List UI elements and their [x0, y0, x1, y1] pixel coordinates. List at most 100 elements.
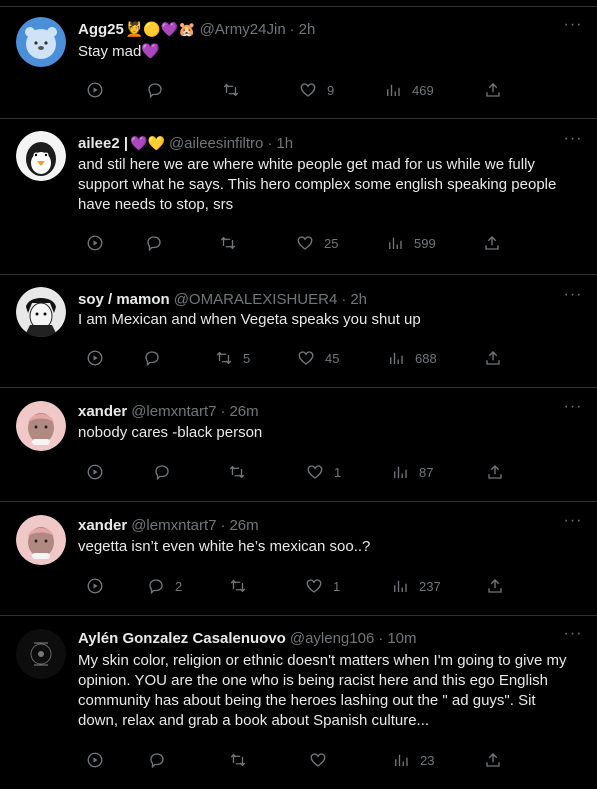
play-icon	[87, 752, 103, 768]
share-button[interactable]	[484, 346, 502, 370]
reply-icon	[147, 236, 161, 252]
like-button[interactable]	[309, 748, 337, 772]
reply-button[interactable]	[145, 231, 173, 255]
more-options-icon[interactable]: ···	[563, 17, 583, 39]
retweet-icon	[230, 753, 246, 767]
views-button[interactable]: 469	[384, 78, 434, 102]
reply-button[interactable]	[148, 748, 176, 772]
timestamp[interactable]: 10m	[387, 630, 416, 647]
author-name[interactable]: ailee2 |	[78, 135, 128, 152]
retweet-icon	[223, 83, 239, 97]
avatar[interactable]	[16, 17, 66, 67]
author-name[interactable]: Agg25	[78, 21, 124, 38]
tweet[interactable]: soy / mamon @OMARALEXISHUER4 · 2h ··· I …	[0, 275, 597, 388]
bar-chart-icon	[395, 754, 408, 766]
views-button[interactable]: 688	[387, 346, 437, 370]
more-options-icon[interactable]: ···	[563, 399, 583, 421]
heart-icon	[298, 351, 314, 365]
tweet[interactable]: xander @lemxntart7 · 26m ··· vegetta isn…	[0, 502, 597, 616]
tweet-text: and stil here we are where white people …	[78, 156, 557, 213]
retweet-button[interactable]	[219, 231, 247, 255]
share-button[interactable]	[486, 574, 504, 598]
separator-dot: ·	[341, 290, 347, 308]
share-button[interactable]	[484, 748, 502, 772]
reply-button[interactable]	[146, 78, 174, 102]
share-button[interactable]	[483, 231, 501, 255]
tweet-actions: 5 45 688	[78, 346, 583, 370]
timestamp[interactable]: 26m	[229, 517, 258, 534]
like-button[interactable]: 45	[297, 346, 339, 370]
views-button[interactable]: 599	[386, 231, 436, 255]
share-button[interactable]	[484, 78, 502, 102]
bar-chart-icon	[394, 466, 407, 478]
author-handle[interactable]: @ayleng106	[290, 630, 374, 647]
views-button[interactable]: 23	[392, 748, 434, 772]
tweet[interactable]: Agg25 💆🟡💜🐹 @Army24Jin · 2h ··· Stay mad💜…	[0, 7, 597, 119]
author-name[interactable]: xander	[78, 517, 127, 534]
play-button[interactable]	[86, 574, 104, 598]
retweet-button[interactable]: 5	[215, 346, 250, 370]
timestamp[interactable]: 1h	[276, 135, 293, 152]
retweet-button[interactable]	[228, 460, 256, 484]
reply-button[interactable]	[153, 460, 181, 484]
more-options-icon[interactable]: ···	[563, 287, 583, 309]
author-handle[interactable]: @aileesinfiltro	[169, 135, 263, 152]
share-icon	[485, 236, 499, 250]
bar-chart-icon	[390, 352, 403, 364]
more-options-icon[interactable]: ···	[563, 513, 583, 535]
bar-chart-icon	[394, 580, 407, 592]
separator-dot: ·	[378, 629, 384, 647]
share-icon	[486, 83, 500, 97]
heart-icon	[310, 753, 326, 767]
share-icon	[488, 465, 502, 479]
heart-icon	[297, 236, 313, 250]
avatar[interactable]	[16, 401, 66, 451]
author-handle[interactable]: @OMARALEXISHUER4	[174, 291, 338, 308]
retweet-button[interactable]	[229, 574, 257, 598]
avatar[interactable]	[16, 629, 66, 679]
tweet-text: nobody cares -black person	[78, 424, 263, 441]
retweet-icon	[216, 351, 232, 365]
author-name[interactable]: Aylén Gonzalez Casalenuovo	[78, 630, 286, 647]
author-name[interactable]: soy / mamon	[78, 291, 170, 308]
author-handle[interactable]: @lemxntart7	[131, 403, 216, 420]
top-divider	[0, 0, 597, 7]
timestamp[interactable]: 2h	[299, 21, 316, 38]
avatar[interactable]	[16, 287, 66, 337]
like-button[interactable]: 25	[296, 231, 338, 255]
views-button[interactable]: 87	[391, 460, 433, 484]
like-button[interactable]: 1	[305, 574, 340, 598]
retweet-icon	[230, 579, 246, 593]
reply-button[interactable]: 2	[147, 574, 182, 598]
tweet-text: Stay mad💜	[78, 43, 161, 60]
more-options-icon[interactable]: ···	[563, 626, 583, 648]
author-name[interactable]: xander	[78, 403, 127, 420]
tweet-actions: 25 599	[78, 231, 583, 255]
tweet-text: vegetta isn’t even white he’s mexican so…	[78, 538, 371, 555]
like-button[interactable]: 1	[306, 460, 341, 484]
timestamp[interactable]: 2h	[350, 291, 367, 308]
retweet-button[interactable]	[229, 748, 257, 772]
tweet[interactable]: xander @lemxntart7 · 26m ··· nobody care…	[0, 388, 597, 502]
reply-button[interactable]	[143, 346, 171, 370]
tweet[interactable]: Aylén Gonzalez Casalenuovo @ayleng106 · …	[0, 616, 597, 789]
separator-dot: ·	[267, 134, 273, 152]
play-button[interactable]	[86, 748, 104, 772]
author-handle[interactable]: @lemxntart7	[131, 517, 216, 534]
views-button[interactable]: 237	[391, 574, 441, 598]
more-options-icon[interactable]: ···	[563, 131, 583, 153]
play-button[interactable]	[86, 460, 104, 484]
timestamp[interactable]: 26m	[229, 403, 258, 420]
tweet[interactable]: ailee2 | 💜💛 @aileesinfiltro · 1h ··· and…	[0, 119, 597, 275]
avatar[interactable]	[16, 131, 66, 181]
play-button[interactable]	[86, 231, 104, 255]
share-button[interactable]	[486, 460, 504, 484]
play-button[interactable]	[86, 78, 104, 102]
retweet-button[interactable]	[222, 78, 250, 102]
tweet-actions: 9 469	[78, 78, 583, 102]
avatar[interactable]	[16, 515, 66, 565]
retweet-icon	[220, 236, 236, 250]
like-button[interactable]: 9	[299, 78, 334, 102]
play-button[interactable]	[86, 346, 104, 370]
author-handle[interactable]: @Army24Jin	[200, 21, 286, 38]
